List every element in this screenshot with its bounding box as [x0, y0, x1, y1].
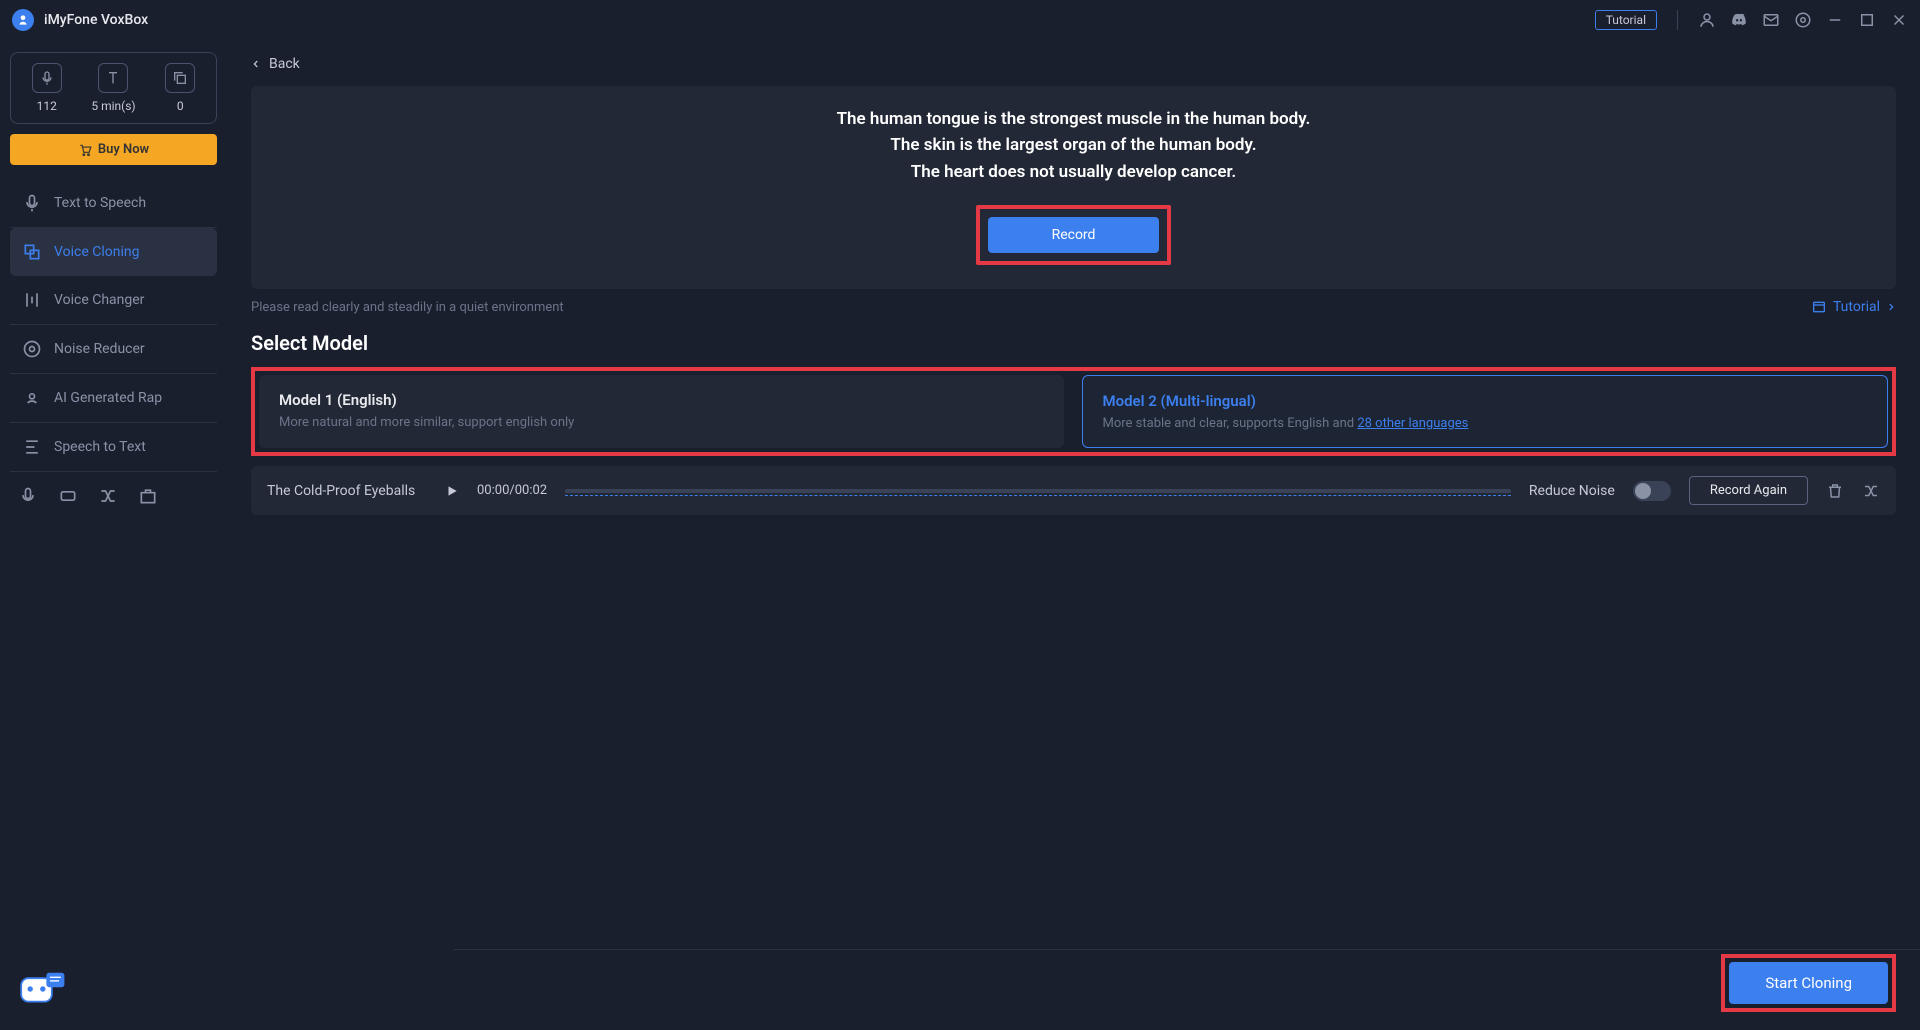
footer-divider: [454, 949, 1920, 950]
record-again-button[interactable]: Record Again: [1689, 476, 1808, 505]
briefcase-tool-icon[interactable]: [138, 486, 158, 506]
player-row: The Cold-Proof Eyeballs 00:00/00:02 Redu…: [251, 466, 1896, 515]
buy-now-button[interactable]: Buy Now: [10, 134, 217, 165]
hint-row: Please read clearly and steadily in a qu…: [251, 289, 1896, 331]
model-title: Model 1 (English): [279, 391, 1044, 409]
settings-icon[interactable]: [1794, 11, 1812, 29]
model-row-highlight: Model 1 (English) More natural and more …: [251, 367, 1896, 456]
nav-label: Speech to Text: [54, 439, 146, 455]
mic-icon: [39, 70, 55, 86]
prompt-panel: The human tongue is the strongest muscle…: [251, 86, 1896, 289]
titlebar-left: iMyFone VoxBox: [12, 9, 148, 31]
mic-icon: [22, 193, 42, 213]
languages-link[interactable]: 28 other languages: [1357, 416, 1468, 431]
nav-label: Voice Changer: [54, 292, 144, 308]
track-name: The Cold-Proof Eyeballs: [267, 483, 427, 499]
divider: [1677, 10, 1678, 30]
nav-label: Voice Cloning: [54, 244, 139, 260]
nav-voice-cloning[interactable]: Voice Cloning: [10, 228, 217, 276]
tutorial-badge[interactable]: Tutorial: [1595, 10, 1657, 30]
cart-icon: [78, 143, 92, 157]
app-title: iMyFone VoxBox: [44, 12, 148, 28]
minimize-icon[interactable]: [1826, 11, 1844, 29]
user-icon[interactable]: [1698, 11, 1716, 29]
nav-noise-reducer[interactable]: Noise Reducer: [10, 325, 217, 374]
start-cloning-button[interactable]: Start Cloning: [1729, 962, 1888, 1004]
close-icon[interactable]: [1890, 11, 1908, 29]
record-tool-icon[interactable]: [18, 486, 38, 506]
chatbot-icon[interactable]: [14, 962, 68, 1016]
hint-text: Please read clearly and steadily in a qu…: [251, 300, 564, 315]
nav-ai-rap[interactable]: AI Generated Rap: [10, 374, 217, 423]
progress-bar[interactable]: [565, 489, 1511, 493]
tutorial-icon: [1811, 299, 1827, 315]
nav-voice-changer[interactable]: Voice Changer: [10, 276, 217, 325]
noise-icon: [22, 339, 42, 359]
credit-time: 5 min(s): [91, 63, 135, 113]
model-desc-prefix: More stable and clear, supports English …: [1103, 416, 1358, 431]
prompt-line: The heart does not usually develop cance…: [271, 159, 1876, 185]
nav-label: Noise Reducer: [54, 341, 145, 357]
podcast-icon: [22, 388, 42, 408]
titlebar: iMyFone VoxBox Tutorial: [0, 0, 1920, 40]
select-model-title: Select Model: [251, 331, 1896, 355]
mail-icon[interactable]: [1762, 11, 1780, 29]
clone-icon: [22, 242, 42, 262]
model-desc: More natural and more similar, support e…: [279, 415, 1044, 430]
sidebar: 112 5 min(s) 0 Buy Now Text to Speech Vo…: [0, 40, 227, 1030]
model-desc: More stable and clear, supports English …: [1103, 416, 1868, 431]
credit-value: 0: [177, 99, 184, 113]
tool-row: [10, 472, 217, 520]
tutorial-link[interactable]: Tutorial: [1811, 299, 1896, 315]
discord-icon[interactable]: [1730, 11, 1748, 29]
back-label: Back: [269, 56, 300, 72]
record-button[interactable]: Record: [988, 217, 1160, 253]
titlebar-right: Tutorial: [1595, 10, 1908, 30]
chevron-left-icon: [251, 59, 261, 69]
model-title: Model 2 (Multi-lingual): [1103, 392, 1868, 410]
nav-label: Text to Speech: [54, 195, 146, 211]
time-display: 00:00/00:02: [477, 483, 547, 498]
main-content: Back The human tongue is the strongest m…: [227, 40, 1920, 1030]
credit-chars: 112: [32, 63, 62, 113]
credits-box: 112 5 min(s) 0: [10, 52, 217, 124]
chevron-right-icon: [1886, 302, 1896, 312]
nav-text-to-speech[interactable]: Text to Speech: [10, 179, 217, 228]
shuffle-icon[interactable]: [1862, 482, 1880, 500]
footer-bar: Start Cloning: [1721, 954, 1896, 1012]
back-button[interactable]: Back: [251, 40, 1896, 86]
prompt-text: The human tongue is the strongest muscle…: [271, 106, 1876, 185]
start-highlight: Start Cloning: [1721, 954, 1896, 1012]
stt-icon: [22, 437, 42, 457]
delete-icon[interactable]: [1826, 482, 1844, 500]
copy-icon: [172, 70, 188, 86]
reduce-noise-label: Reduce Noise: [1529, 483, 1615, 499]
nav-speech-to-text[interactable]: Speech to Text: [10, 423, 217, 472]
credit-value: 112: [37, 99, 57, 113]
record-highlight: Record: [976, 205, 1172, 265]
reduce-noise-toggle[interactable]: [1633, 481, 1671, 501]
buy-now-label: Buy Now: [98, 142, 149, 157]
loop-tool-icon[interactable]: [58, 486, 78, 506]
prompt-line: The human tongue is the strongest muscle…: [271, 106, 1876, 132]
equalizer-icon: [22, 290, 42, 310]
prompt-line: The skin is the largest organ of the hum…: [271, 132, 1876, 158]
shuffle-tool-icon[interactable]: [98, 486, 118, 506]
credit-value: 5 min(s): [91, 99, 135, 113]
play-icon[interactable]: [445, 484, 459, 498]
text-icon: [105, 70, 121, 86]
model-2-card[interactable]: Model 2 (Multi-lingual) More stable and …: [1082, 375, 1889, 448]
model-1-card[interactable]: Model 1 (English) More natural and more …: [259, 375, 1064, 448]
tutorial-label: Tutorial: [1833, 299, 1880, 315]
maximize-icon[interactable]: [1858, 11, 1876, 29]
nav-label: AI Generated Rap: [54, 390, 162, 406]
app-logo-icon: [12, 9, 34, 31]
credit-clone: 0: [165, 63, 195, 113]
